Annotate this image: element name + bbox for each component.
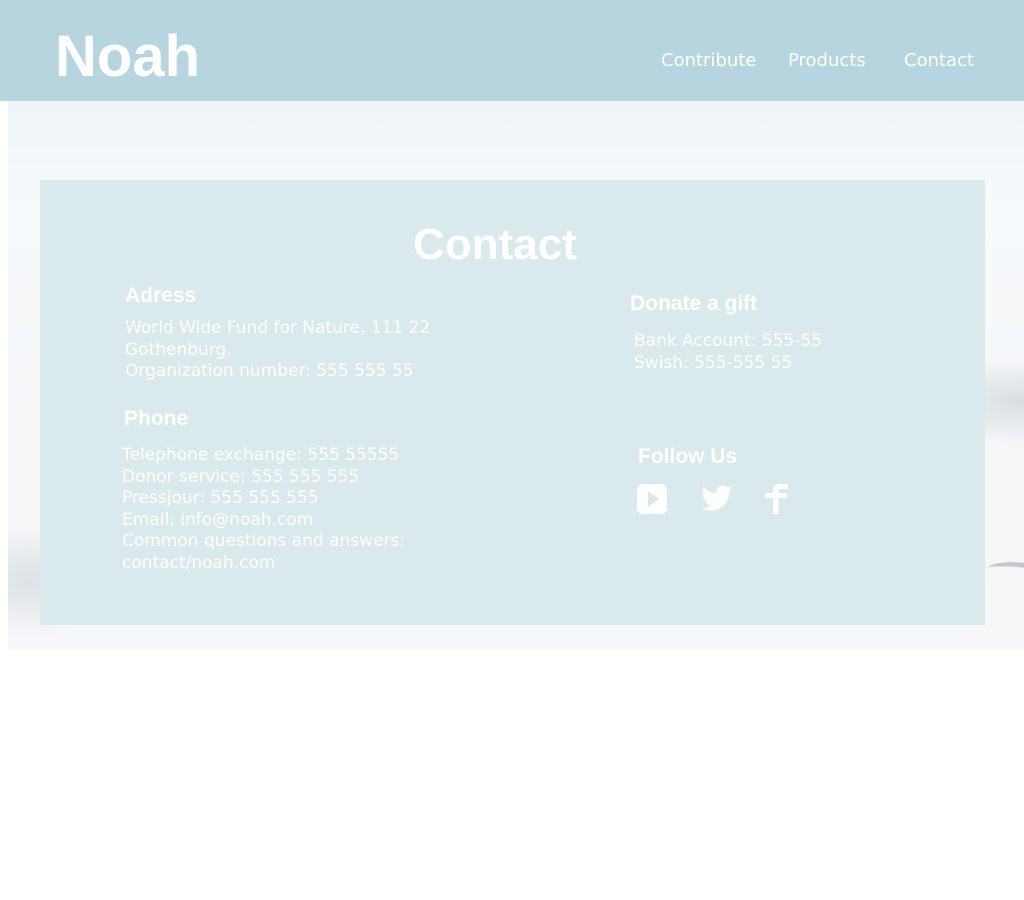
faq-link[interactable]: contact/noah.com: [122, 553, 405, 575]
follow-heading: Follow Us: [638, 445, 738, 468]
nav-contribute[interactable]: Contribute: [661, 49, 756, 73]
donate-line: Bank Account: 555-55: [634, 331, 823, 351]
phone-heading: Phone: [124, 407, 189, 430]
donate-heading: Donate a gift: [630, 292, 758, 315]
phone-line: Pressjour: 555 555 555: [122, 488, 319, 508]
facebook-icon[interactable]: [760, 482, 794, 516]
site-header: Noah Contribute Products Contact: [0, 0, 1024, 101]
phone-line: Telephone exchange: 555 55555: [122, 445, 400, 465]
address-line: World Wide Fund for Nature, 111 22: [125, 318, 431, 338]
contact-card: Contact Adress World Wide Fund for Natur…: [40, 180, 985, 625]
social-links: [636, 482, 806, 518]
youtube-icon[interactable]: [636, 482, 670, 516]
logo[interactable]: Noah: [55, 22, 200, 92]
background-streak: [987, 558, 1024, 587]
nav-products[interactable]: Products: [788, 49, 866, 73]
phone-line: Common questions and answers:: [122, 531, 406, 551]
address-line: Organization number: 555 555 55: [125, 361, 414, 381]
twitter-icon[interactable]: [700, 482, 734, 516]
nav-contact[interactable]: Contact: [904, 49, 974, 73]
phone-line: Donor service: 555 555 555: [122, 466, 360, 487]
address-line: Gothenburg.: [125, 339, 232, 360]
page-title: Contact: [413, 220, 577, 269]
donate-line: Swish: 555-555 55: [634, 352, 793, 373]
phone-text: Telephone exchange: 555 55555 Donor serv…: [122, 445, 405, 574]
donate-text: Bank Account: 555-55 Swish: 555-555 55: [634, 331, 822, 374]
email-line[interactable]: Email: info@noah.com: [122, 510, 405, 532]
address-heading: Adress: [125, 284, 197, 307]
address-text: World Wide Fund for Nature, 111 22 Gothe…: [125, 318, 430, 383]
